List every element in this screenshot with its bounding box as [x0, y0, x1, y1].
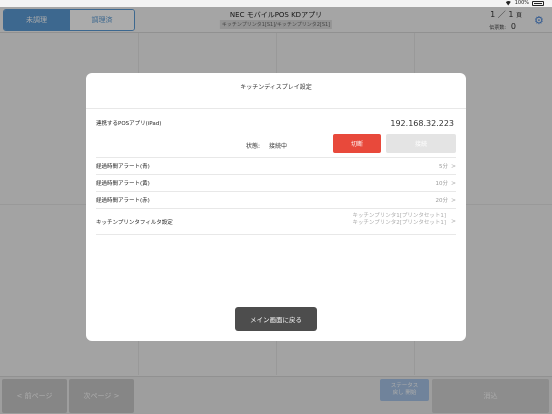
alert-row-blue[interactable]: 経過時間アラート(青) 5分 >	[96, 162, 456, 170]
divider	[96, 157, 456, 158]
alert-row-yellow[interactable]: 経過時間アラート(黄) 10分 >	[96, 179, 456, 187]
alert-yellow-value: 10分 >	[435, 180, 456, 187]
printer-filter-label: キッチンプリンタフィルタ設定	[96, 220, 173, 226]
printer-filter-value-2: キッチンプリンタ2[プリンタセット1]	[352, 220, 446, 226]
printer-filter-value-1: キッチンプリンタ1[プリンタセット1]	[352, 213, 446, 219]
connect-button[interactable]: 接続	[386, 134, 456, 153]
battery-percent: 100%	[514, 0, 529, 6]
divider	[96, 191, 456, 192]
divider	[96, 208, 456, 209]
chevron-right-icon: >	[450, 218, 456, 225]
back-to-main-button[interactable]: メイン画面に戻る	[235, 307, 317, 331]
alert-blue-value: 5分 >	[438, 163, 456, 170]
kitchen-display-settings-dialog: キッチンディスプレイ設定 連携するPOSアプリ(iPad) 192.168.32…	[86, 73, 466, 341]
printer-filter-values: キッチンプリンタ1[プリンタセット1] キッチンプリンタ2[プリンタセット1]	[352, 213, 446, 227]
chevron-right-icon: >	[450, 197, 456, 204]
dialog-title: キッチンディスプレイ設定	[240, 84, 312, 91]
state-label: 状態:	[246, 143, 261, 150]
state-value: 接続中	[269, 143, 288, 150]
disconnect-button[interactable]: 切断	[333, 134, 381, 153]
chevron-right-icon: >	[450, 180, 456, 187]
alert-yellow-label: 経過時間アラート(黄)	[96, 181, 150, 187]
pos-app-label: 連携するPOSアプリ(iPad)	[96, 121, 162, 127]
divider	[96, 234, 456, 235]
printer-filter-row[interactable]: キッチンプリンタフィルタ設定 キッチンプリンタ1[プリンタセット1] キッチンプ…	[96, 213, 456, 226]
divider	[86, 108, 466, 109]
pos-app-ip: 192.168.32.223	[390, 119, 454, 128]
chevron-right-icon: >	[450, 163, 456, 170]
wifi-icon	[504, 0, 512, 6]
alert-red-label: 経過時間アラート(赤)	[96, 198, 150, 204]
alert-blue-label: 経過時間アラート(青)	[96, 164, 150, 170]
battery-icon	[532, 0, 544, 6]
divider	[96, 174, 456, 175]
alert-row-red[interactable]: 経過時間アラート(赤) 20分 >	[96, 196, 456, 204]
status-indicators: 100%	[504, 0, 544, 6]
alert-red-value: 20分 >	[435, 197, 456, 204]
